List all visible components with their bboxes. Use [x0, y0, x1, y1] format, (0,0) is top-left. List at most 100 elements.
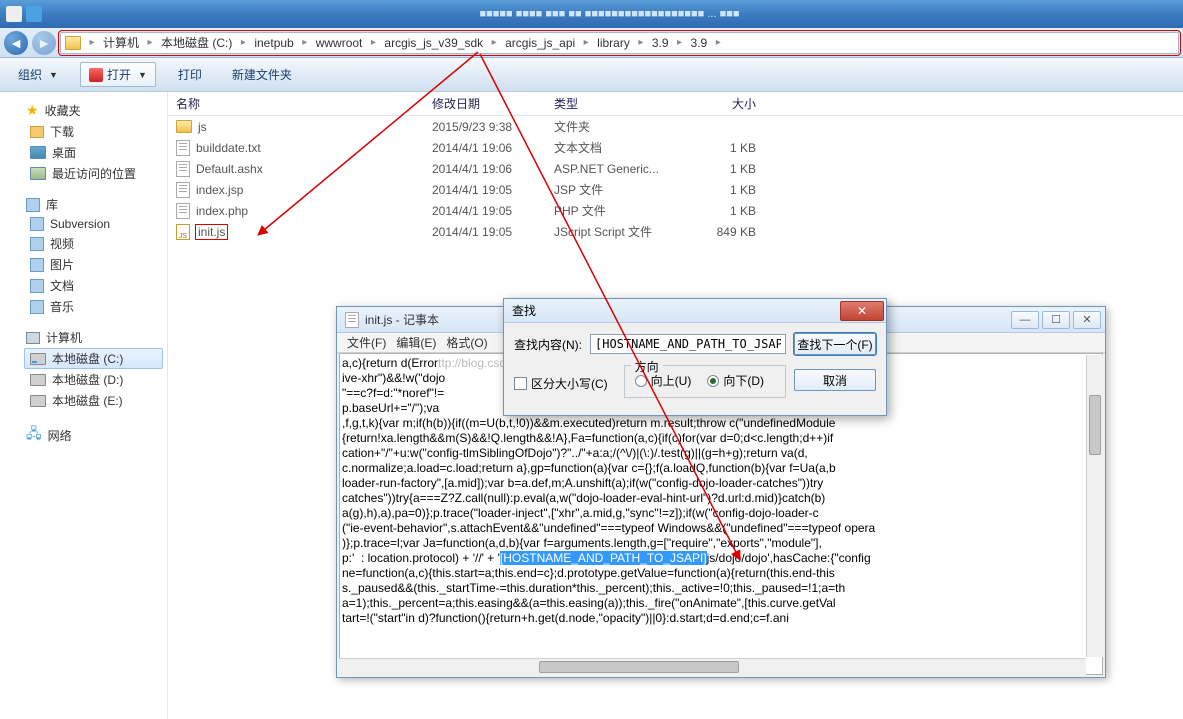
column-headers: 名称 修改日期 类型 大小: [168, 92, 1183, 116]
breadcrumb-item[interactable]: 3.9: [650, 36, 671, 50]
file-row[interactable]: builddate.txt2014/4/1 19:06文本文档1 KB: [168, 137, 1183, 158]
open-button[interactable]: 打开▼: [80, 62, 156, 87]
breadcrumb-item[interactable]: arcgis_js_api: [503, 36, 577, 50]
vertical-scrollbar[interactable]: [1086, 355, 1103, 657]
file-type: ASP.NET Generic...: [546, 162, 666, 176]
col-size[interactable]: 大小: [666, 95, 776, 112]
breadcrumb-item[interactable]: 本地磁盘 (C:): [159, 34, 234, 51]
sidebar-item-videos[interactable]: 视频: [0, 233, 167, 254]
sidebar-libraries: 库 Subversion 视频 图片 文档 音乐: [0, 194, 167, 317]
file-icon: [176, 120, 192, 133]
titlebar-blurred-text: ■■■■■ ■■■■ ■■■ ■■ ■■■■■■■■■■■■■■■■■■ ...…: [42, 8, 1177, 20]
app-icon: [6, 6, 22, 22]
chevron-right-icon[interactable]: ▸: [85, 37, 99, 48]
minimize-button[interactable]: —: [1011, 311, 1039, 329]
chevron-right-icon[interactable]: ▸: [298, 37, 312, 48]
sidebar-network-header[interactable]: 🖧网络: [0, 421, 167, 449]
find-next-label: 查找下一个(F): [797, 336, 872, 353]
file-name: index.jsp: [196, 183, 243, 197]
print-label: 打印: [178, 66, 202, 83]
print-button[interactable]: 打印: [170, 63, 210, 86]
chevron-right-icon[interactable]: ▸: [143, 37, 157, 48]
menu-file[interactable]: 文件(F): [343, 334, 390, 351]
file-name: builddate.txt: [196, 141, 261, 155]
breadcrumb-item[interactable]: arcgis_js_v39_sdk: [382, 36, 485, 50]
sidebar-item-label: 图片: [50, 256, 74, 273]
case-checkbox[interactable]: [514, 377, 527, 390]
sidebar-item-drive-c[interactable]: 本地磁盘 (C:): [24, 348, 163, 369]
col-date[interactable]: 修改日期: [424, 95, 546, 112]
file-row[interactable]: index.php2014/4/1 19:05PHP 文件1 KB: [168, 200, 1183, 221]
radio-icon: [635, 375, 647, 387]
chevron-right-icon[interactable]: ▸: [579, 37, 593, 48]
file-row[interactable]: js2015/9/23 9:38文件夹: [168, 116, 1183, 137]
chevron-right-icon[interactable]: ▸: [711, 37, 725, 48]
col-name[interactable]: 名称: [168, 95, 424, 112]
file-type: 文本文档: [546, 139, 666, 156]
folder-icon: [65, 36, 81, 50]
sidebar-libraries-header[interactable]: 库: [0, 194, 167, 215]
file-row[interactable]: init.js2014/4/1 19:05JScript Script 文件84…: [168, 221, 1183, 242]
breadcrumb-bar[interactable]: ▸ 计算机 ▸ 本地磁盘 (C:) ▸ inetpub ▸ wwwroot ▸ …: [60, 32, 1179, 54]
sidebar-item-desktop[interactable]: 桌面: [0, 142, 167, 163]
file-row[interactable]: Default.ashx2014/4/1 19:06ASP.NET Generi…: [168, 158, 1183, 179]
breadcrumb-item[interactable]: inetpub: [252, 36, 295, 50]
file-type: PHP 文件: [546, 202, 666, 219]
organize-button[interactable]: 组织▼: [10, 63, 66, 86]
chevron-right-icon[interactable]: ▸: [487, 37, 501, 48]
file-size: 849 KB: [666, 225, 776, 239]
sidebar-computer-header[interactable]: 计算机: [0, 327, 167, 348]
video-icon: [30, 237, 44, 251]
scroll-thumb[interactable]: [1089, 395, 1101, 455]
open-icon: [89, 68, 103, 82]
breadcrumb-root[interactable]: 计算机: [101, 34, 141, 51]
organize-label: 组织: [18, 66, 42, 83]
file-name: init.js: [196, 225, 227, 239]
breadcrumb-item[interactable]: library: [595, 36, 632, 50]
file-icon: [176, 140, 190, 156]
nav-back-button[interactable]: ◄: [4, 31, 28, 55]
sidebar-item-label: 最近访问的位置: [52, 165, 136, 182]
file-row[interactable]: index.jsp2014/4/1 19:05JSP 文件1 KB: [168, 179, 1183, 200]
find-input[interactable]: [590, 334, 786, 354]
chevron-right-icon[interactable]: ▸: [634, 37, 648, 48]
caret-down-icon: ▼: [138, 70, 147, 80]
menu-format[interactable]: 格式(O): [442, 334, 491, 351]
chevron-right-icon[interactable]: ▸: [366, 37, 380, 48]
sidebar-item-subversion[interactable]: Subversion: [0, 215, 167, 233]
chevron-right-icon[interactable]: ▸: [673, 37, 687, 48]
breadcrumb-item[interactable]: wwwroot: [314, 36, 365, 50]
sidebar-favorites-header[interactable]: ★收藏夹: [0, 100, 167, 121]
menu-edit[interactable]: 编辑(E): [392, 334, 440, 351]
file-date: 2014/4/1 19:06: [424, 162, 546, 176]
nav-forward-button[interactable]: ►: [32, 31, 56, 55]
breadcrumb-item[interactable]: 3.9: [689, 36, 710, 50]
picture-icon: [30, 258, 44, 272]
notepad-icon: [345, 312, 359, 328]
direction-label: 方向: [631, 358, 663, 375]
file-size: 1 KB: [666, 141, 776, 155]
direction-down[interactable]: 向下(D): [707, 372, 764, 389]
sidebar-item-recent[interactable]: 最近访问的位置: [0, 163, 167, 184]
sidebar-item-documents[interactable]: 文档: [0, 275, 167, 296]
direction-group: 方向 向上(U) 向下(D): [624, 365, 786, 398]
sidebar-item-label: 文档: [50, 277, 74, 294]
sidebar-item-drive-d[interactable]: 本地磁盘 (D:): [0, 369, 167, 390]
find-titlebar[interactable]: 查找 ✕: [504, 299, 886, 323]
scroll-thumb[interactable]: [539, 661, 739, 673]
sidebar-item-drive-e[interactable]: 本地磁盘 (E:): [0, 390, 167, 411]
new-folder-button[interactable]: 新建文件夹: [224, 63, 300, 86]
horizontal-scrollbar[interactable]: [339, 658, 1086, 675]
chevron-right-icon[interactable]: ▸: [236, 37, 250, 48]
maximize-button[interactable]: ☐: [1042, 311, 1070, 329]
address-bar: ◄ ► ▸ 计算机 ▸ 本地磁盘 (C:) ▸ inetpub ▸ wwwroo…: [0, 28, 1183, 58]
sidebar-item-downloads[interactable]: 下载: [0, 121, 167, 142]
find-close-button[interactable]: ✕: [840, 301, 884, 321]
close-button[interactable]: ✕: [1073, 311, 1101, 329]
sidebar-item-label: 音乐: [50, 298, 74, 315]
col-type[interactable]: 类型: [546, 95, 666, 112]
find-cancel-button[interactable]: 取消: [794, 369, 876, 391]
find-next-button[interactable]: 查找下一个(F): [794, 333, 876, 355]
sidebar-item-pictures[interactable]: 图片: [0, 254, 167, 275]
sidebar-item-music[interactable]: 音乐: [0, 296, 167, 317]
